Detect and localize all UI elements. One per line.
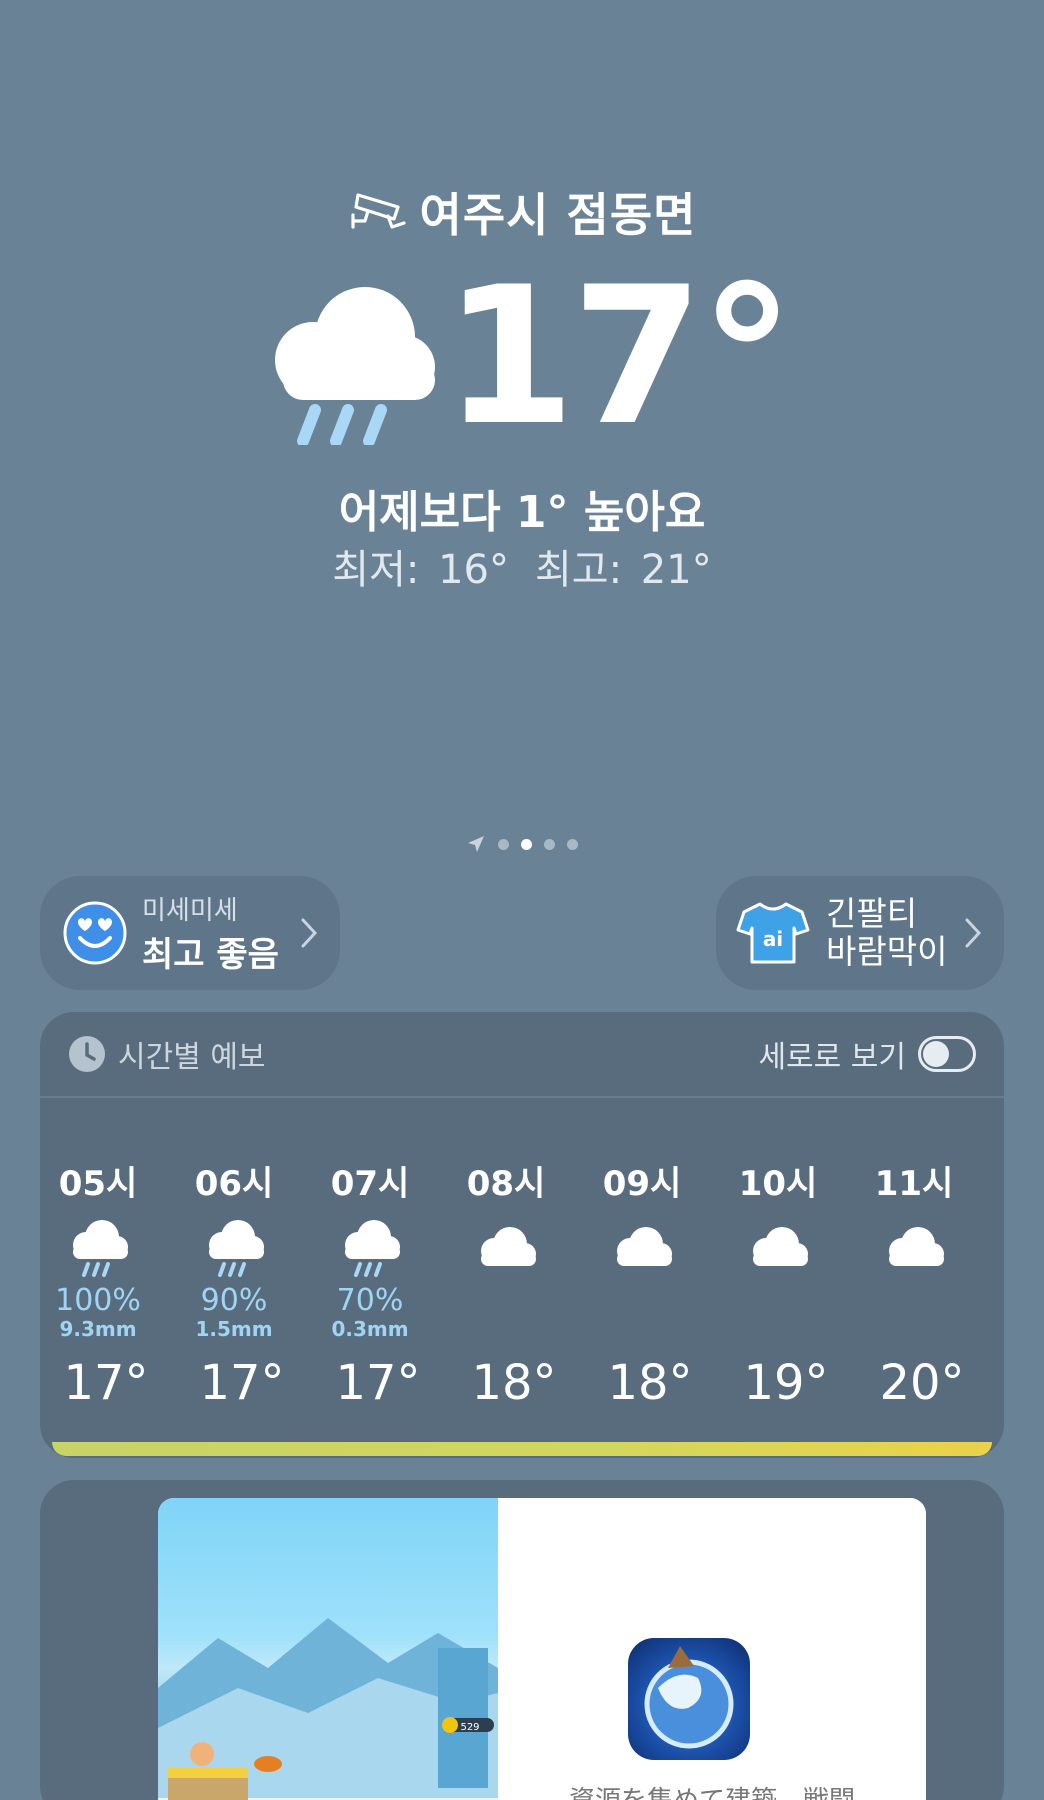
vertical-view-label: 세로로 보기 [758, 1040, 906, 1075]
rain-cloud-icon [40, 1219, 163, 1279]
location-name: 여주시 점동면 [419, 188, 697, 242]
hour-column: 10시 19° [713, 1112, 843, 1432]
precip-amount [713, 1317, 843, 1341]
hour-column: 07시 70% 0.3mm 17° [305, 1112, 435, 1432]
rain-cloud-icon [169, 1219, 299, 1279]
precip-amount: 0.3mm [331, 1317, 409, 1341]
hour-time: 10시 [738, 1164, 818, 1204]
precip-amount: 1.5mm [195, 1317, 273, 1341]
current-weather: 17° [0, 262, 1044, 452]
hour-temperature: 20° [879, 1355, 965, 1411]
hour-column: 09시 18° [577, 1112, 707, 1432]
cloud-icon [713, 1219, 843, 1279]
hour-temperature: 17° [63, 1355, 149, 1411]
precip-probability [441, 1283, 571, 1317]
outfit-line2: 바람막이 [826, 932, 948, 971]
page-dot [544, 838, 555, 850]
precip-amount [577, 1317, 707, 1341]
precip-probability: 70% [336, 1283, 404, 1318]
low-temperature: 최저: 16° [332, 547, 509, 593]
hour-time: 11시 [874, 1164, 954, 1204]
cloud-icon [441, 1219, 571, 1279]
ad-text: 資源を集めて建築、戦闘 [498, 1780, 926, 1800]
hour-temperature: 19° [743, 1355, 829, 1411]
coin-count: 529 [460, 1722, 479, 1733]
svg-text:ai: ai [763, 927, 783, 951]
ad-banner[interactable]: 529 資源を集めて建築、戦闘 [158, 1498, 926, 1800]
hour-temperature: 17° [335, 1355, 421, 1411]
ad-scene: 529 [158, 1618, 498, 1800]
outfit-pill[interactable]: ai 긴팔티 바람막이 [716, 876, 1004, 990]
weather-summary: 어제보다 1° 높아요 [338, 487, 706, 538]
ad-card[interactable]: 529 資源を集めて建築、戦闘 [40, 1480, 1004, 1800]
chevron-right-icon [965, 918, 982, 948]
hourly-forecast-title: 시간별 예보 [118, 1040, 266, 1075]
cctv-icon [350, 193, 406, 229]
precip-probability [577, 1283, 707, 1317]
fine-dust-label: 미세미세 [142, 896, 238, 926]
page-dot [498, 838, 509, 850]
hour-time: 06시 [194, 1164, 274, 1204]
hour-time: 09시 [602, 1164, 682, 1204]
precip-amount: 9.3mm [59, 1317, 137, 1341]
fine-dust-value: 최고 좋음 [142, 935, 279, 975]
hour-temperature: 18° [471, 1355, 557, 1411]
page-dot [567, 838, 578, 850]
chevron-right-icon [301, 918, 318, 948]
clock-icon [69, 1036, 105, 1072]
hour-time: 08시 [466, 1164, 546, 1204]
precip-probability: 90% [200, 1283, 268, 1318]
hourly-forecast-card[interactable]: 시간별 예보 세로로 보기 05시 100% 9.3mm 17° 06시 90% 1.5mm… [40, 1012, 1004, 1458]
hour-column: 11시 20° [849, 1112, 979, 1432]
current-temperature: 17° [443, 246, 794, 467]
outfit-line1: 긴팔티 [826, 894, 918, 934]
page-indicator[interactable] [0, 834, 1044, 854]
min-max-temperature: 최저: 16° 최고: 21° [0, 537, 1044, 595]
precip-probability [713, 1283, 843, 1317]
precip-amount [849, 1317, 979, 1341]
hour-temperature: 18° [607, 1355, 693, 1411]
page-dot-active [521, 838, 532, 850]
heart-eyes-smiley-icon [63, 901, 127, 965]
rain-cloud-icon [275, 287, 436, 445]
location-header[interactable]: 여주시 점동면 [0, 182, 1044, 242]
hour-column: 06시 90% 1.5mm 17° [169, 1112, 299, 1432]
precip-probability: 100% [55, 1283, 141, 1318]
hour-temperature: 17° [199, 1355, 285, 1411]
hourly-forecast-header: 시간별 예보 세로로 보기 [40, 1012, 1004, 1098]
precip-probability [849, 1283, 979, 1317]
temperature-bar [52, 1442, 992, 1456]
ad-info: 資源を集めて建築、戦闘 [498, 1498, 926, 1800]
fine-dust-pill[interactable]: 미세미세 최고 좋음 [40, 876, 340, 990]
hour-time: 05시 [58, 1164, 138, 1204]
tshirt-icon: ai [736, 902, 810, 964]
rain-cloud-icon [305, 1219, 435, 1279]
hour-column: 08시 18° [441, 1112, 571, 1432]
ad-game-screenshot: 529 [158, 1498, 498, 1800]
vertical-view-toggle[interactable] [918, 1036, 976, 1072]
hour-time: 07시 [330, 1164, 410, 1204]
hour-column: 05시 100% 9.3mm 17° [40, 1112, 163, 1432]
high-temperature: 최고: 21° [535, 547, 712, 593]
location-arrow-icon [468, 836, 484, 852]
precip-amount [441, 1317, 571, 1341]
toggle-knob [923, 1041, 949, 1067]
game-app-icon [628, 1638, 750, 1760]
hourly-forecast-list[interactable]: 05시 100% 9.3mm 17° 06시 90% 1.5mm 17° 07시 70% 0.3mm… [40, 1112, 1004, 1432]
cloud-icon [849, 1219, 979, 1279]
cloud-icon [577, 1219, 707, 1279]
